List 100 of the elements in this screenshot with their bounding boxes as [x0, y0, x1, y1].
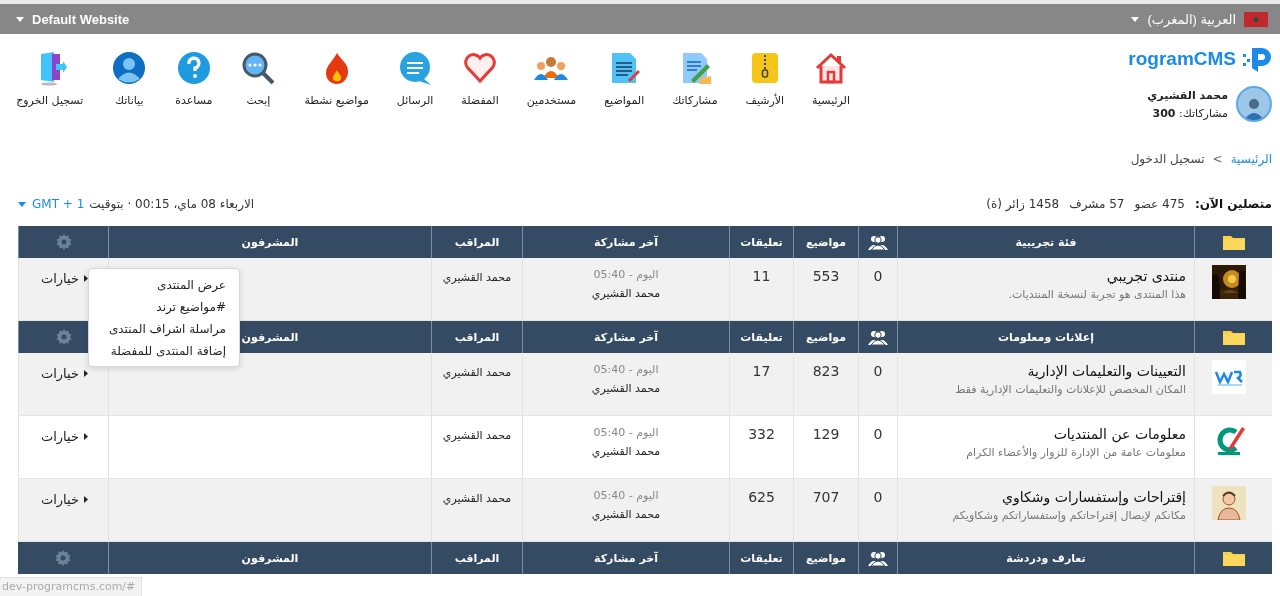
last-post-author-link[interactable]: محمد القشيري [591, 382, 661, 395]
date-time: الاربعاء 08 ماي، 00:15 · بتوقيت [89, 197, 255, 211]
nav-link[interactable]: الرئيسية [800, 50, 862, 107]
last-post-time: اليوم - 05:40 [593, 268, 659, 281]
nav-link[interactable]: المواضيع [592, 50, 657, 107]
menu-item[interactable]: #مواضيع ترند [95, 300, 226, 314]
nav-link[interactable]: مستخدمين [514, 50, 589, 107]
logo-icon [1212, 360, 1246, 394]
users-icon [868, 234, 888, 250]
column-header: مواضيع [793, 542, 858, 574]
forum-description: معلومات عامة من الإدارة للزوار والأعضاء الكرام [966, 446, 1186, 459]
users-icon [868, 329, 888, 345]
column-header: مواضيع [793, 226, 858, 258]
brand-name: rogramCMS [1128, 48, 1236, 70]
forum-description: مكانكم لإيصال إقتراحاتكم وإستفساراتكم وشكاويكم [952, 509, 1186, 522]
last-post-time: اليوم - 05:40 [593, 426, 659, 439]
flag-icon [1244, 11, 1268, 27]
moderator-link[interactable]: محمد القشيري [442, 271, 512, 284]
folder-icon [1222, 329, 1245, 345]
nav-link[interactable]: الأرشيف [733, 50, 797, 107]
nav-link[interactable]: إبحث [228, 50, 289, 107]
user-icon [111, 50, 148, 86]
last-post-time: اليوم - 05:40 [593, 489, 659, 502]
column-header: المشرفون [108, 226, 431, 258]
topics-count: 707 [812, 489, 840, 505]
breadcrumb-link[interactable]: الرئيسية [1230, 152, 1272, 166]
column-header: المراقب [431, 542, 522, 574]
column-header: تعليقات [729, 226, 793, 258]
forum-title-link[interactable]: التعيينات والتعليمات الإدارية [1027, 363, 1186, 379]
moderators-count: 57 مشرف [1069, 197, 1125, 211]
nav-link[interactable]: بياناتك [99, 50, 160, 107]
users-count: 0 [873, 489, 883, 505]
comments-count: 11 [752, 268, 771, 284]
visitors-count: 1458 زائر (ة) [986, 197, 1060, 211]
nav-link[interactable]: مساعدة [163, 50, 225, 107]
help-icon [175, 50, 212, 86]
settings-icon [55, 329, 72, 345]
column-header: المراقب [431, 226, 522, 258]
options-button[interactable]: خيارات [40, 429, 88, 444]
caret-icon [84, 433, 88, 440]
users-count: 0 [873, 363, 883, 379]
column-header: المشرفون [108, 542, 431, 574]
site-selector[interactable]: Default Website [16, 9, 130, 29]
topics-count: 553 [812, 268, 840, 284]
category-header: تعارف ودردشة [897, 542, 1194, 574]
category-header: فئة تجريبية [897, 226, 1194, 258]
user-name: محمد القشيري [1147, 88, 1228, 102]
last-post-author-link[interactable]: محمد القشيري [591, 287, 661, 300]
heart-icon [462, 50, 498, 86]
caret-icon [84, 496, 88, 503]
options-button[interactable]: خيارات [40, 271, 88, 286]
menu-item[interactable]: عرض المنتدى [95, 278, 226, 292]
users-count: 0 [873, 268, 883, 284]
column-header: آخر مشاركة [522, 542, 729, 574]
search-icon [240, 50, 277, 86]
nav-link[interactable]: مواضيع نشطة [292, 50, 381, 107]
options-button[interactable]: خيارات [40, 492, 88, 507]
users-count: 0 [873, 426, 883, 442]
comments-count: 625 [748, 489, 775, 505]
last-post-author-link[interactable]: محمد القشيري [591, 445, 661, 458]
options-button[interactable]: خيارات [40, 366, 88, 381]
timezone-selector[interactable]: GMT + 1 [18, 197, 85, 211]
topics-count: 823 [812, 363, 840, 379]
forum-description: هذا المنتدى هو تجربة لنسخة المنتديات. [1008, 288, 1186, 301]
forum-title-link[interactable]: منتدى تجريبي [1106, 268, 1186, 284]
forum-title-link[interactable]: معلومات عن المنتديات [1053, 426, 1186, 442]
settings-icon [55, 234, 72, 250]
comments-count: 332 [748, 426, 775, 442]
nav-link[interactable]: الرسائل [384, 50, 446, 107]
nav-link[interactable]: مشاركاتك [660, 50, 730, 107]
moderator-link[interactable]: محمد القشيري [442, 429, 512, 442]
caret-icon [16, 16, 24, 22]
breadcrumb-separator: > [1212, 152, 1223, 166]
nav-link[interactable]: تسجيل الخروج [4, 50, 96, 107]
nav-link[interactable]: المفضلة [449, 50, 511, 107]
comments-count: 17 [752, 363, 771, 379]
status-url: dev-programcms.com/# [0, 577, 143, 596]
caret-icon [1131, 16, 1140, 22]
column-header: تعليقات [729, 321, 793, 353]
online-label: متصلين الآن: [1195, 197, 1272, 211]
topics-count: 129 [812, 426, 840, 442]
breadcrumb-current: تسجيل الدخول [1130, 152, 1205, 166]
column-header: آخر مشاركة [522, 226, 729, 258]
moderator-link[interactable]: محمد القشيري [442, 492, 512, 505]
column-header: مواضيع [793, 321, 858, 353]
folder-icon [1222, 234, 1245, 250]
folder-icon [1222, 550, 1245, 566]
users-icon [868, 550, 888, 566]
column-header: تعليقات [729, 542, 793, 574]
last-post-time: اليوم - 05:40 [593, 363, 659, 376]
forum-title-link[interactable]: إقتراحات وإستفسارات وشكاوي [1002, 489, 1186, 505]
last-post-author-link[interactable]: محمد القشيري [591, 508, 661, 521]
members-count: 475 عضو [1134, 197, 1185, 211]
moderator-link[interactable]: محمد القشيري [442, 366, 512, 379]
column-header: آخر مشاركة [522, 321, 729, 353]
logo-icon [1242, 46, 1272, 72]
caret-icon [84, 370, 88, 377]
settings-icon [55, 550, 71, 566]
language-selector[interactable]: العربية (المغرب) [1131, 9, 1268, 29]
column-header: المراقب [431, 321, 522, 353]
